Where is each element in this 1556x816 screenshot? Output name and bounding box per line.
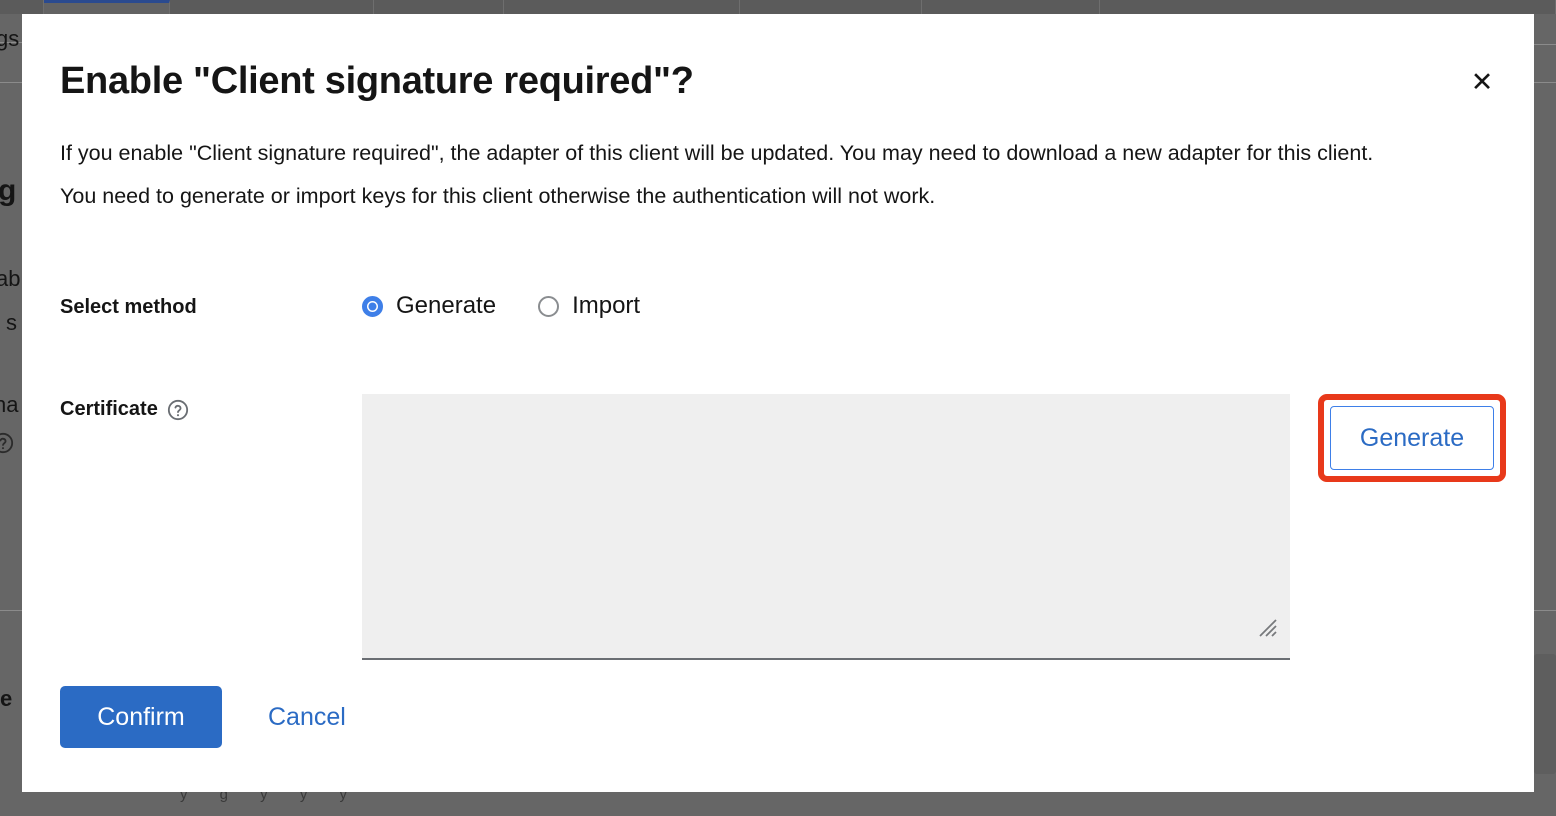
certificate-label: Certificate xyxy=(60,394,362,421)
certificate-row: Certificate Generate xyxy=(60,394,1506,660)
generate-button[interactable]: Generate xyxy=(1330,406,1494,470)
background-help-icon xyxy=(0,432,14,459)
confirm-button[interactable]: Confirm xyxy=(60,686,222,748)
radio-option-generate[interactable]: Generate xyxy=(362,292,496,320)
select-method-label: Select method xyxy=(60,292,362,319)
bg-fragment: e xyxy=(0,686,13,711)
background-tab-2 xyxy=(170,0,374,14)
radio-option-import[interactable]: Import xyxy=(538,292,640,320)
cancel-button[interactable]: Cancel xyxy=(248,686,366,748)
background-tab-3 xyxy=(374,0,504,14)
background-tab-bar xyxy=(0,0,1556,14)
background-tab-6 xyxy=(922,0,1100,14)
select-method-label-text: Select method xyxy=(60,296,197,318)
radio-option-import-label: Import xyxy=(572,292,641,319)
bg-fragment: na xyxy=(0,392,19,417)
bg-bottom-fragment: y g y y y xyxy=(180,792,362,803)
background-tab-5 xyxy=(740,0,922,14)
background-left-sliver: gs g ab s na e xyxy=(0,14,22,816)
background-right-sliver xyxy=(1534,14,1556,816)
close-icon[interactable]: ✕ xyxy=(1462,62,1502,102)
radio-unselected-icon xyxy=(538,295,560,317)
bg-fragment: gs xyxy=(0,26,20,51)
certificate-field-wrap: Generate xyxy=(362,394,1506,660)
radio-selected-icon xyxy=(362,295,383,317)
method-radio-group: Generate Import xyxy=(362,292,640,320)
enable-client-signature-modal: ✕ Enable "Client signature required"? If… xyxy=(22,14,1534,792)
background-bottom-strip: y g y y y xyxy=(0,792,1556,816)
radio-option-generate-label: Generate xyxy=(396,292,497,319)
background-tab-7 xyxy=(1100,0,1556,14)
certificate-label-text: Certificate xyxy=(60,398,158,420)
generate-button-wrap: Generate xyxy=(1318,394,1506,482)
modal-title: Enable "Client signature required"? xyxy=(60,60,694,102)
background-tab-0 xyxy=(0,0,44,14)
bg-fragment: g xyxy=(0,174,17,207)
certificate-textarea[interactable] xyxy=(362,394,1290,660)
bg-fragment: s xyxy=(6,310,17,335)
modal-description: If you enable "Client signature required… xyxy=(60,141,1374,208)
background-tab-4 xyxy=(504,0,740,14)
background-tab-1 xyxy=(44,0,170,14)
bg-fragment: ab xyxy=(0,266,21,291)
background-card xyxy=(1534,654,1556,774)
select-method-row: Select method Generate Import xyxy=(60,292,640,320)
modal-footer: Confirm Cancel xyxy=(60,686,366,748)
help-circle-icon[interactable] xyxy=(167,399,189,421)
